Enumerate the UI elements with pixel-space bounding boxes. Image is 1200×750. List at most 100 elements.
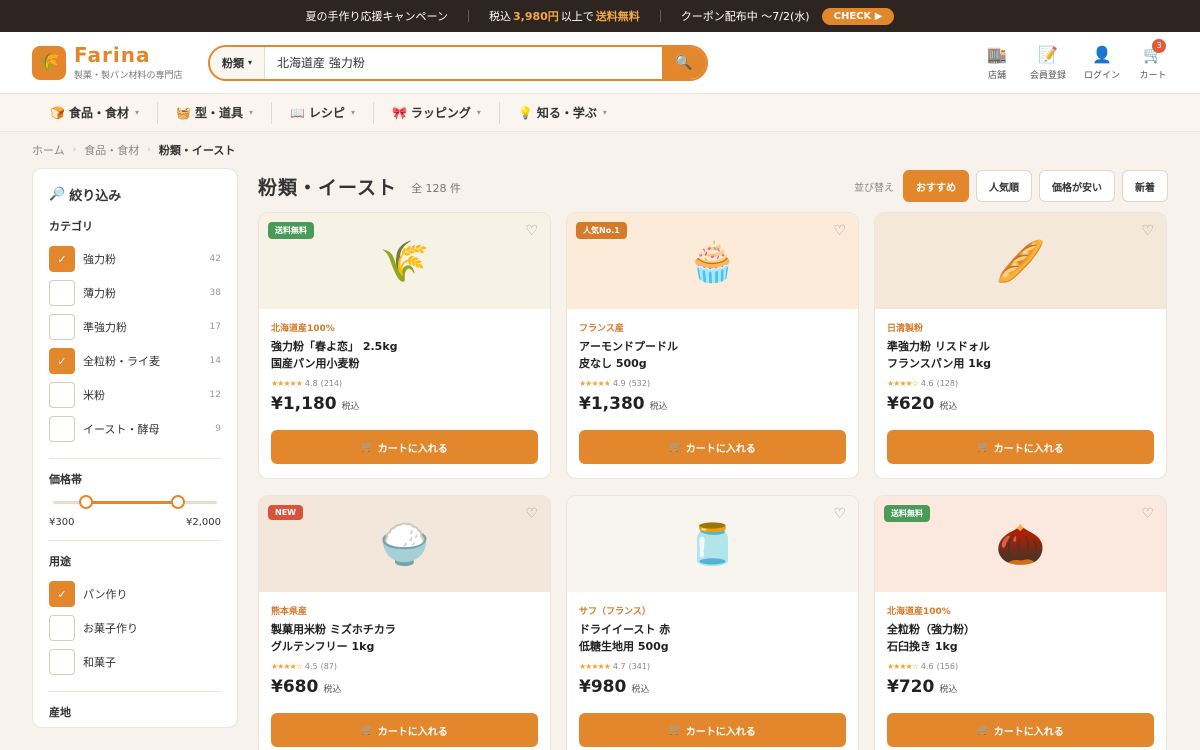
sort-price-low[interactable]: 価格が安い [1039,170,1115,202]
divider [49,540,221,541]
filter-option[interactable]: 和菓子 [49,645,221,679]
price-value: ¥1,380 [579,394,645,414]
register-button[interactable]: 📝 会員登録 [1030,45,1066,81]
checkbox[interactable] [49,382,75,408]
product-card[interactable]: NEW 🍚 ♡ 熊本県産 製菓用米粉 ミズホチカラ グルテンフリー 1kg ★★… [258,495,551,750]
result-count: 全 128 件 [411,182,462,195]
filter-option-count: 14 [209,356,221,366]
product-name[interactable]: 準強力粉 リスドォル フランスパン用 1kg [887,338,1154,372]
price-range-slider[interactable] [53,495,217,509]
product-name[interactable]: 強力粉「春よ恋」 2.5kg 国産パン用小麦粉 [271,338,538,372]
filter-option[interactable]: 米粉 12 [49,378,221,412]
rating-value: 4.5 [304,662,318,671]
book-icon: 📖 [289,105,305,120]
sort-popular[interactable]: 人気順 [976,170,1032,202]
checkbox-checked[interactable]: ✓ [49,246,75,272]
product-name-line2: 低糖生地用 500g [579,640,669,653]
product-image[interactable]: 🫙 ♡ [567,496,858,592]
favorite-heart-icon[interactable]: ♡ [833,223,846,239]
checkbox[interactable] [49,280,75,306]
checkbox[interactable] [49,649,75,675]
slider-min-handle[interactable] [79,495,94,509]
filter-option-label: パン作り [83,588,128,601]
product-image[interactable]: 送料無料 🌾 ♡ [259,213,550,309]
cart-label: カート [1139,70,1167,81]
search-button[interactable]: 🔍 [662,46,706,79]
product-card[interactable]: 送料無料 🌾 ♡ 北海道産100% 強力粉「春よ恋」 2.5kg 国産パン用小麦… [258,212,551,479]
login-button[interactable]: 👤 ログイン [1084,45,1120,81]
favorite-heart-icon[interactable]: ♡ [1141,506,1154,522]
add-to-cart-button[interactable]: 🛒 カートに入れる [579,713,846,747]
product-image[interactable]: 🥖 ♡ [875,213,1166,309]
sort-newest[interactable]: 新着 [1122,170,1168,202]
magnifier-icon: 🔎 [49,187,66,202]
chevron-down-icon: ▾ [350,108,355,117]
bread-icon: 🍞 [50,105,65,120]
product-name[interactable]: 製菓用米粉 ミズホチカラ グルテンフリー 1kg [271,621,538,655]
tax-label: 税込 [939,402,958,412]
product-name-line1: アーモンドプードル [579,340,678,353]
filter-option[interactable]: ✓ 強力粉 42 [49,242,221,276]
product-image[interactable]: 人気No.1 🧁 ♡ [567,213,858,309]
checkbox[interactable] [49,314,75,340]
checkbox-checked[interactable]: ✓ [49,581,75,607]
add-to-cart-button[interactable]: 🛒 カートに入れる [579,430,846,464]
product-card[interactable]: 人気No.1 🧁 ♡ フランス産 アーモンドプードル 皮なし 500g ★★★★… [566,212,859,479]
filter-option[interactable]: お菓子作り [49,611,221,645]
filter-option[interactable]: ✓ 全粒粉・ライ麦 14 [49,344,221,378]
product-name[interactable]: 全粒粉（強力粉） 石臼挽き 1kg [887,621,1154,655]
nav-item-learn[interactable]: 💡 知る・学ぶ ▾ [500,102,625,124]
add-to-cart-button[interactable]: 🛒 カートに入れる [887,430,1154,464]
new-badge: NEW [268,505,303,520]
product-image[interactable]: 送料無料 🌰 ♡ [875,496,1166,592]
filter-option[interactable]: 薄力粉 38 [49,276,221,310]
price-range-values: ¥300 ¥2,000 [49,517,221,528]
checkbox[interactable] [49,416,75,442]
product-image[interactable]: NEW 🍚 ♡ [259,496,550,592]
nav-item-wrapping[interactable]: 🎀 ラッピング ▾ [374,101,500,124]
product-name[interactable]: アーモンドプードル 皮なし 500g [579,338,846,372]
rice-icon: 🍚 [379,521,430,568]
favorite-heart-icon[interactable]: ♡ [1141,223,1154,239]
add-to-cart-button[interactable]: 🛒 カートに入れる [887,713,1154,747]
add-to-cart-label: カートに入れる [993,443,1064,455]
filter-option[interactable]: ✓ パン作り [49,577,221,611]
favorite-heart-icon[interactable]: ♡ [525,223,538,239]
logo-tagline: 製菓・製パン材料の専門店 [74,70,183,81]
filter-option-label: 和菓子 [83,656,116,669]
filter-option[interactable]: 準強力粉 17 [49,310,221,344]
product-card[interactable]: 送料無料 🌰 ♡ 北海道産100% 全粒粉（強力粉） 石臼挽き 1kg ★★★★… [874,495,1167,750]
sort-recommended[interactable]: おすすめ [903,170,969,202]
cart-button[interactable]: 🛒 3 カート [1138,38,1168,81]
product-card[interactable]: 🫙 ♡ サフ（フランス） ドライイースト 赤 低糖生地用 500g ★★★★★ … [566,495,859,750]
search-input[interactable] [265,46,662,79]
check-button[interactable]: CHECK ▶ [821,7,895,25]
search-category-select[interactable]: 粉類 ▾ [210,46,266,79]
campaign-banner: 夏の手作り応援キャンペーン 税込 3,980円 以上で 送料無料 クーポン配布中… [0,0,1200,32]
product-name[interactable]: ドライイースト 赤 低糖生地用 500g [579,621,846,655]
add-to-cart-button[interactable]: 🛒 カートに入れる [271,713,538,747]
nav-item-food[interactable]: 🍞 食品・食材 ▾ [50,101,158,124]
logo[interactable]: 🌾 Farina 製菓・製パン材料の専門店 [32,45,208,81]
nav-item-label: 知る・学ぶ [536,106,597,120]
filter-option[interactable]: イースト・酵母 9 [49,412,221,446]
product-origin: 北海道産100% [887,607,951,617]
checkbox-checked[interactable]: ✓ [49,348,75,374]
checkbox[interactable] [49,615,75,641]
store-button[interactable]: 🏬 店舗 [982,45,1012,81]
product-rating: ★★★★★ 4.9 (532) [579,379,846,388]
favorite-heart-icon[interactable]: ♡ [833,506,846,522]
product-price: ¥680 税込 [271,677,538,705]
product-card[interactable]: 🥖 ♡ 日清製粉 準強力粉 リスドォル フランスパン用 1kg ★★★★☆ 4.… [874,212,1167,479]
nav-item-recipe[interactable]: 📖 レシピ ▾ [272,101,374,124]
nav-item-label: レシピ [308,106,345,120]
store-icon: 🏬 [987,44,1007,64]
breadcrumb-home[interactable]: ホーム [32,142,65,158]
breadcrumb-food[interactable]: 食品・食材 [84,142,139,158]
add-to-cart-button[interactable]: 🛒 カートに入れる [271,430,538,464]
favorite-heart-icon[interactable]: ♡ [525,506,538,522]
slider-max-handle[interactable] [171,495,186,509]
search-icon: 🔍 [675,54,693,71]
store-label: 店舗 [987,70,1006,81]
nav-item-tools[interactable]: 🧺 型・道具 ▾ [158,101,272,124]
